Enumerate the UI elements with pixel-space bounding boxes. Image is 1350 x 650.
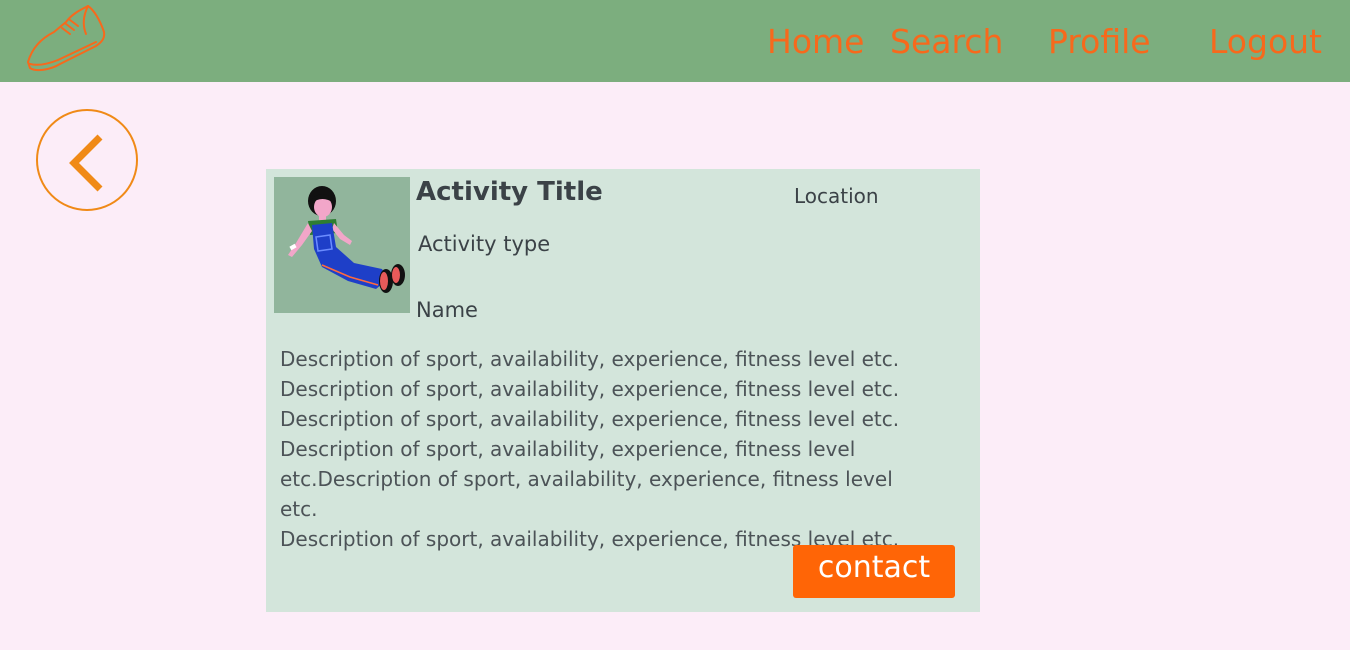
activity-title: Activity Title	[416, 177, 603, 207]
activity-description: Description of sport, availability, expe…	[280, 347, 900, 551]
nav-search-link[interactable]: Search	[890, 20, 1003, 64]
top-nav-bar: Home Search Profile Logout	[0, 0, 1350, 82]
activity-type-label: Activity type	[418, 232, 551, 256]
sneaker-icon[interactable]	[24, 4, 108, 72]
chevron-left-icon	[69, 134, 103, 192]
name-label: Name	[416, 298, 478, 322]
activity-card: Activity Title Location Activity type Na…	[266, 169, 980, 612]
back-button[interactable]	[36, 109, 138, 211]
person-illustration-icon	[288, 186, 405, 293]
nav-home-link[interactable]: Home	[767, 20, 864, 64]
nav-profile-link[interactable]: Profile	[1048, 20, 1151, 64]
nav-logout-link[interactable]: Logout	[1209, 20, 1322, 64]
location-label: Location	[794, 184, 879, 208]
avatar	[274, 177, 410, 313]
contact-button[interactable]: contact	[793, 545, 955, 598]
